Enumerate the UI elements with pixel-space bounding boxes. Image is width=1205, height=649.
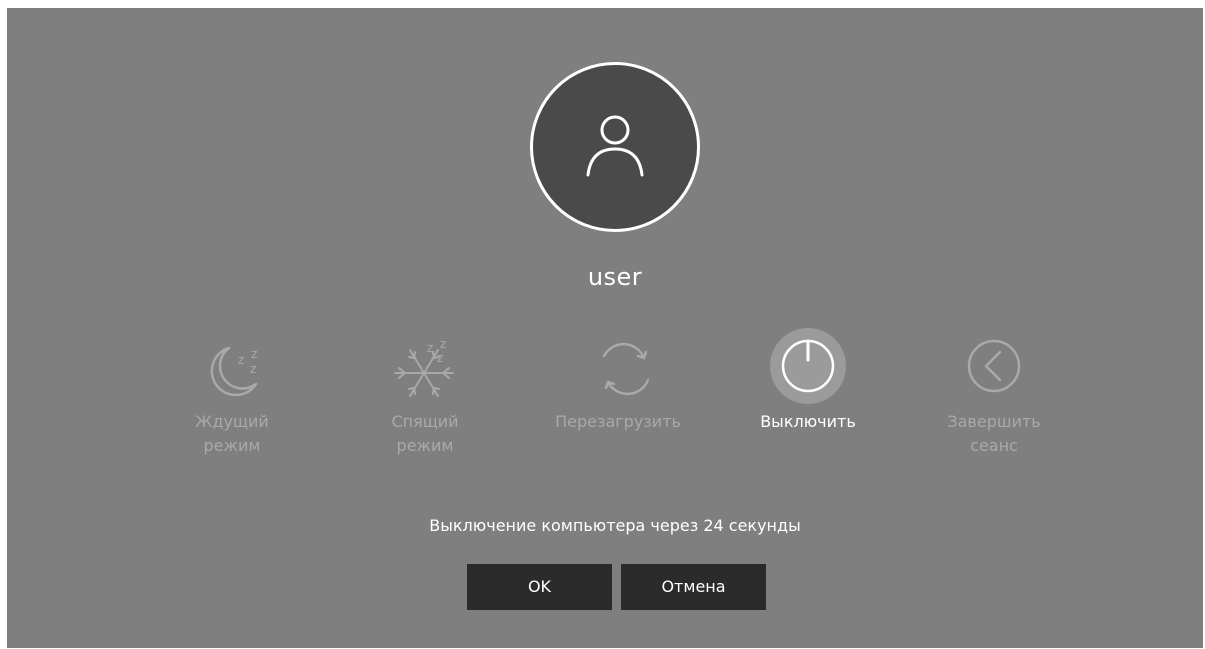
cancel-button[interactable]: Отмена <box>621 564 766 610</box>
hibernate-option[interactable]: z z z Спящий режим <box>355 328 495 458</box>
restart-icon-wrap <box>580 328 656 404</box>
standby-icon-wrap: z z z <box>194 328 270 404</box>
power-icon <box>781 339 835 393</box>
chevron-left-circle-icon <box>967 339 1021 393</box>
logoff-icon-wrap <box>956 328 1032 404</box>
shutdown-option[interactable]: Выключить <box>738 328 878 434</box>
countdown-message: Выключение компьютера через 24 секунды <box>429 516 801 535</box>
restart-arrows-icon <box>602 342 650 396</box>
hibernate-label: Спящий режим <box>391 412 459 455</box>
ok-button[interactable]: OK <box>467 564 612 610</box>
svg-text:z: z <box>440 337 446 351</box>
standby-label: Ждущий режим <box>195 412 269 455</box>
shutdown-dialog: user z z z Ждущий режим z z z Спящий реж… <box>7 8 1203 648</box>
restart-option[interactable]: Перезагрузить <box>548 328 688 434</box>
svg-text:z: z <box>427 341 433 355</box>
username: user <box>587 263 643 291</box>
svg-text:z: z <box>251 347 257 361</box>
svg-text:z: z <box>437 351 443 365</box>
shutdown-label: Выключить <box>760 412 856 431</box>
person-icon <box>586 115 644 177</box>
svg-text:z: z <box>250 362 256 376</box>
moon-zzz-icon: z z z <box>210 346 257 397</box>
standby-option[interactable]: z z z Ждущий режим <box>162 328 302 458</box>
shutdown-icon-wrap <box>770 328 846 404</box>
logoff-label: Завершить сеанс <box>947 412 1041 455</box>
user-avatar <box>530 62 700 232</box>
svg-text:z: z <box>238 353 244 367</box>
snowflake-zzz-icon: z z z <box>394 337 454 397</box>
hibernate-icon-wrap: z z z <box>387 328 463 404</box>
logoff-option[interactable]: Завершить сеанс <box>924 328 1064 458</box>
restart-label: Перезагрузить <box>555 412 681 431</box>
